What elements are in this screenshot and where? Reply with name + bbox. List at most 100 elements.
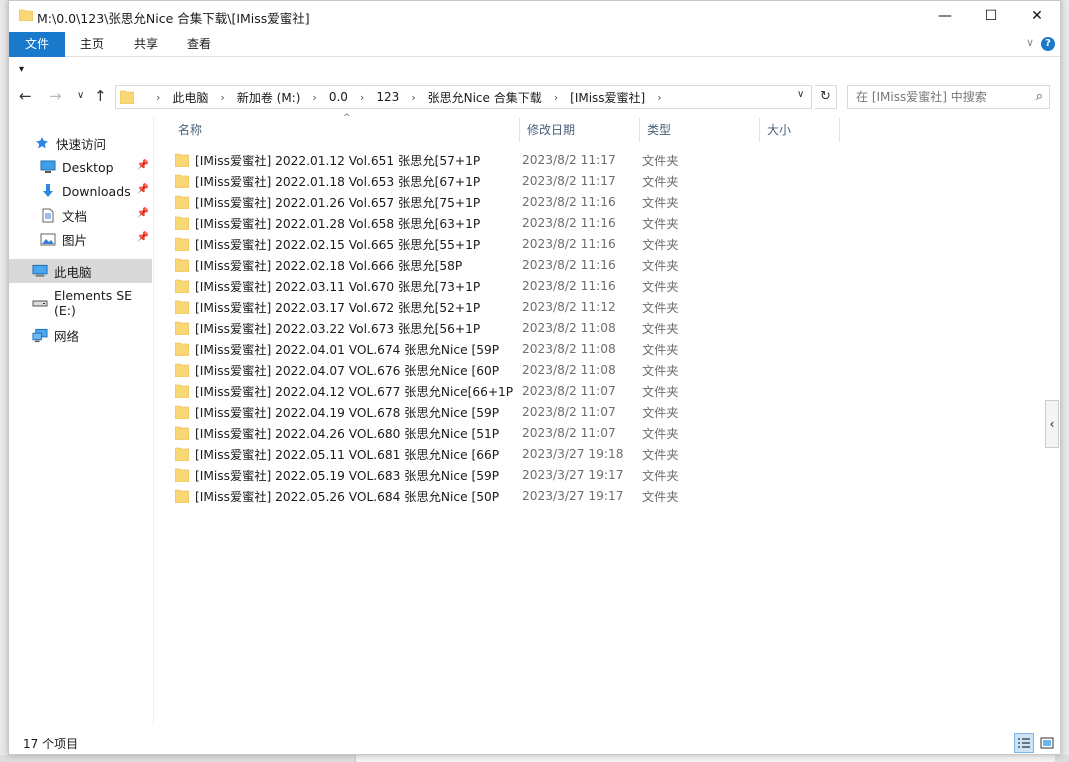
large-icons-view-button[interactable] [1037,733,1057,753]
file-row[interactable]: [IMiss爱蜜社] 2022.01.18 Vol.653 张思允[67+1P 2… [175,170,715,191]
up-arrow-icon[interactable]: ↑ [94,87,107,105]
file-name: [IMiss爱蜜社] 2022.04.26 VOL.680 张思允Nice [5… [195,426,500,441]
ribbon: 文件 主页 共享 查看 ∨ ? [9,32,1060,57]
refresh-button[interactable]: ↻ [815,85,837,109]
search-icon[interactable]: ⌕ [1036,86,1043,108]
file-row[interactable]: [IMiss爱蜜社] 2022.04.26 VOL.680 张思允Nice [5… [175,422,715,443]
tab-home[interactable]: 主页 [69,32,115,57]
breadcrumb-volume-m[interactable]: 新加卷 (M:) [237,89,301,106]
pin-icon[interactable]: 📌 [137,208,149,219]
breadcrumb-collection[interactable]: 张思允Nice 合集下载 [428,89,542,106]
file-date: 2023/8/2 11:07 [522,383,616,398]
chevron-left-icon[interactable]: ‹ [1045,400,1059,448]
folder-icon [175,216,189,230]
picture-icon [40,231,56,247]
file-row[interactable]: [IMiss爱蜜社] 2022.05.11 VOL.681 张思允Nice [6… [175,443,715,464]
breadcrumb-separator[interactable]: › [360,91,364,104]
close-button[interactable]: ✕ [1014,1,1060,31]
pin-icon[interactable]: 📌 [137,232,149,243]
file-date: 2023/8/2 11:17 [522,173,616,188]
sidebar-item-label: 文档 [62,208,88,224]
help-icon[interactable]: ? [1041,37,1055,51]
pin-icon[interactable]: 📌 [137,160,149,171]
breadcrumb-123[interactable]: 123 [376,90,399,104]
breadcrumb-separator[interactable]: › [312,91,316,104]
file-date: 2023/8/2 11:08 [522,362,616,377]
file-type: 文件夹 [642,363,679,378]
file-date: 2023/8/2 11:08 [522,320,616,335]
file-row[interactable]: [IMiss爱蜜社] 2022.03.22 Vol.673 张思允[56+1P 2… [175,317,715,338]
file-name: [IMiss爱蜜社] 2022.01.12 Vol.651 张思允[57+1P [195,153,481,168]
status-bar: 17 个项目 [9,733,1060,755]
file-row[interactable]: [IMiss爱蜜社] 2022.04.19 VOL.678 张思允Nice [5… [175,401,715,422]
folder-icon [120,90,134,104]
sidebar-item-downloads[interactable]: Downloads 📌 [9,179,152,203]
file-date: 2023/8/2 11:08 [522,341,616,356]
pin-icon[interactable]: 📌 [137,184,149,195]
file-row[interactable]: [IMiss爱蜜社] 2022.05.19 VOL.683 张思允Nice [5… [175,464,715,485]
recent-locations-icon[interactable]: ∨ [77,90,84,101]
forward-arrow-icon[interactable]: → [49,87,62,105]
folder-icon [175,363,189,377]
sidebar-item-quick-access[interactable]: 快速访问 [9,131,152,155]
file-date: 2023/3/27 19:17 [522,467,624,482]
file-row[interactable]: [IMiss爱蜜社] 2022.05.26 VOL.684 张思允Nice [5… [175,485,715,506]
quick-access-toolbar-dropdown[interactable]: ▾ [19,64,24,75]
tab-file[interactable]: 文件 [9,32,65,57]
maximize-button[interactable]: ☐ [968,1,1014,31]
file-date: 2023/8/2 11:16 [522,236,616,251]
breadcrumb-0-0[interactable]: 0.0 [329,90,348,104]
file-row[interactable]: [IMiss爱蜜社] 2022.04.12 VOL.677 张思允Nice[66… [175,380,715,401]
network-icon [32,327,48,343]
file-row[interactable]: [IMiss爱蜜社] 2022.01.12 Vol.651 张思允[57+1P 2… [175,149,715,170]
breadcrumb-separator[interactable]: › [657,91,661,104]
breadcrumb-this-pc[interactable]: 此电脑 [172,89,208,106]
column-header-size[interactable]: 大小 [761,118,840,142]
file-row[interactable]: [IMiss爱蜜社] 2022.01.26 Vol.657 张思允[75+1P 2… [175,191,715,212]
search-input[interactable]: 在 [IMiss爱蜜社] 中搜索 ⌕ [847,85,1050,109]
breadcrumb-separator[interactable]: › [411,91,415,104]
column-header-date[interactable]: 修改日期 [521,118,640,142]
file-date: 2023/8/2 11:12 [522,299,616,314]
sidebar-item-network[interactable]: 网络 [9,323,152,347]
file-row[interactable]: [IMiss爱蜜社] 2022.02.15 Vol.665 张思允[55+1P 2… [175,233,715,254]
folder-icon [175,468,189,482]
file-row[interactable]: [IMiss爱蜜社] 2022.04.01 VOL.674 张思允Nice [5… [175,338,715,359]
drive-icon [32,295,48,311]
breadcrumb-separator[interactable]: › [220,91,224,104]
tab-view[interactable]: 查看 [176,32,222,57]
file-row[interactable]: [IMiss爱蜜社] 2022.02.18 Vol.666 张思允[58P 202… [175,254,715,275]
folder-icon [175,321,189,335]
back-arrow-icon[interactable]: ← [19,87,32,105]
tab-share[interactable]: 共享 [123,32,169,57]
file-type: 文件夹 [642,237,679,252]
breadcrumb-separator[interactable]: › [554,91,558,104]
file-list: ^ 名称 修改日期 类型 大小 [IMiss爱蜜社] 2022.01.12 Vo… [155,113,1048,725]
sidebar-item-pictures[interactable]: 图片 📌 [9,227,152,251]
address-bar[interactable]: › 此电脑 › 新加卷 (M:) › 0.0 › 123 › 张思允Nice 合… [115,85,812,109]
sidebar-item-documents[interactable]: 文档 📌 [9,203,152,227]
details-view-button[interactable] [1014,733,1034,753]
address-dropdown-icon[interactable]: ∨ [797,89,804,100]
folder-icon [175,384,189,398]
folder-icon [175,300,189,314]
breadcrumb-imiss[interactable]: [IMiss爱蜜社] [570,89,645,106]
window-title: M:\0.0\123\张思允Nice 合集下载\[IMiss爱蜜社] [37,11,310,26]
minimize-button[interactable]: — [922,1,968,31]
file-row[interactable]: [IMiss爱蜜社] 2022.04.07 VOL.676 张思允Nice [6… [175,359,715,380]
file-name: [IMiss爱蜜社] 2022.02.15 Vol.665 张思允[55+1P [195,237,481,252]
chevron-down-icon[interactable]: ∨ [1026,36,1034,49]
file-row[interactable]: [IMiss爱蜜社] 2022.03.11 Vol.670 张思允[73+1P 2… [175,275,715,296]
file-name: [IMiss爱蜜社] 2022.01.28 Vol.658 张思允[63+1P [195,216,481,231]
file-row[interactable]: [IMiss爱蜜社] 2022.01.28 Vol.658 张思允[63+1P 2… [175,212,715,233]
folder-icon [175,153,189,167]
column-header-name[interactable]: 名称 [172,118,520,142]
breadcrumb-separator: › [156,90,161,104]
sidebar-item-elements-drive[interactable]: Elements SE (E:) [9,288,152,318]
folder-icon [175,195,189,209]
sidebar-item-label: 图片 [62,232,88,248]
sidebar-item-desktop[interactable]: Desktop 📌 [9,155,152,179]
sidebar-item-this-pc[interactable]: 此电脑 [9,259,152,283]
file-row[interactable]: [IMiss爱蜜社] 2022.03.17 Vol.672 张思允[52+1P 2… [175,296,715,317]
column-header-type[interactable]: 类型 [641,118,760,142]
